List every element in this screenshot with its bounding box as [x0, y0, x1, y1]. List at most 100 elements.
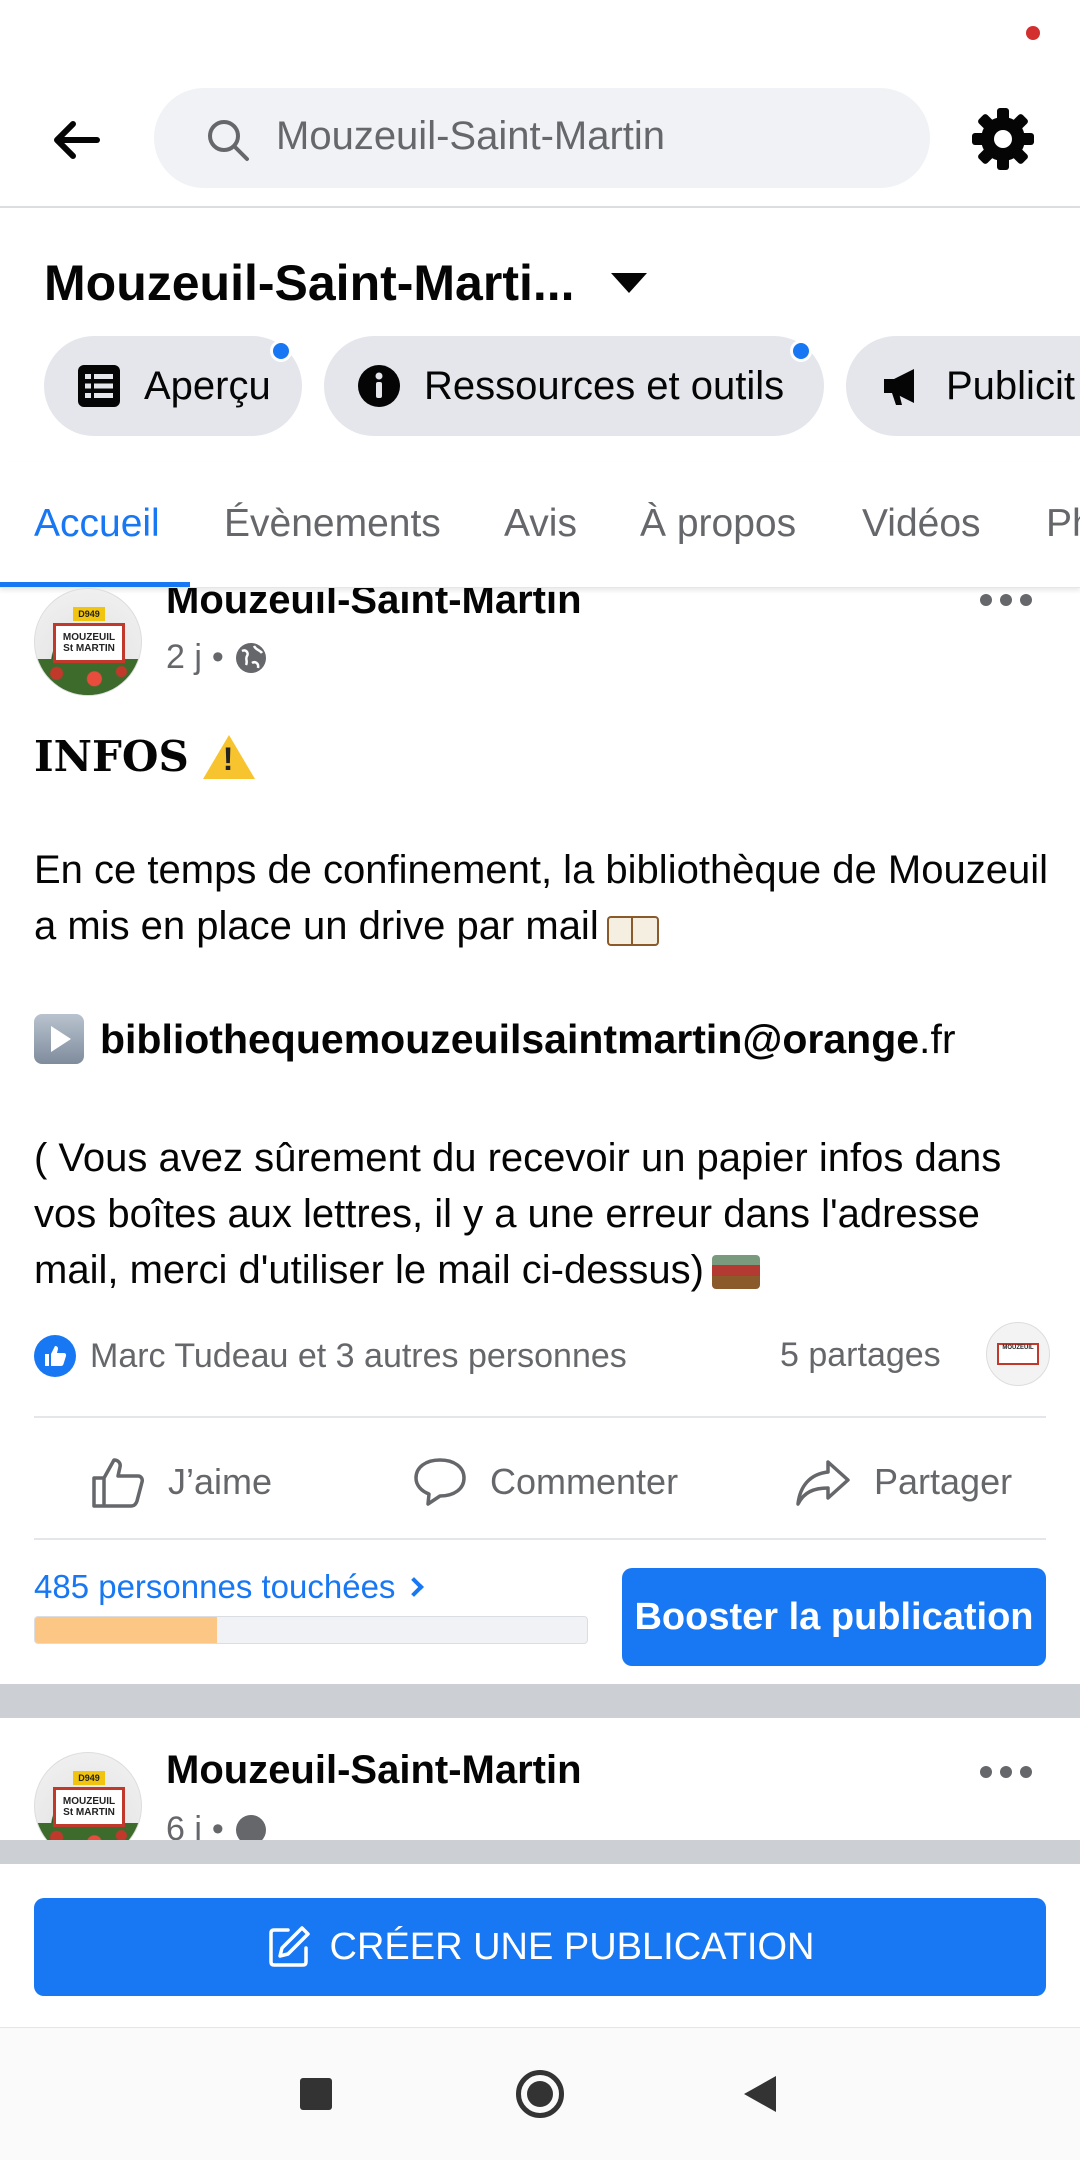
- tab-videos[interactable]: Vidéos: [862, 502, 981, 546]
- divider: [34, 1538, 1046, 1540]
- post-meta: 2 j •: [166, 638, 268, 677]
- avatar-sign-line: MOUZEUIL: [62, 1796, 116, 1807]
- avatar[interactable]: MOUZEUIL: [986, 1322, 1050, 1386]
- back-nav-button[interactable]: [744, 2076, 776, 2112]
- tab-avis[interactable]: Avis: [504, 502, 577, 546]
- system-navigation-bar: [0, 2028, 1080, 2160]
- create-post-button[interactable]: CRÉER UNE PUBLICATION: [34, 1898, 1046, 1996]
- share-icon: [796, 1460, 850, 1506]
- back-button[interactable]: [46, 110, 106, 170]
- tab-a-propos[interactable]: À propos: [640, 502, 796, 546]
- post-meta: 6 j •: [166, 1810, 268, 1842]
- home-button[interactable]: [516, 2070, 564, 2118]
- play-button-icon: [34, 1014, 84, 1064]
- shares-count[interactable]: 5 partages: [780, 1336, 941, 1375]
- gear-icon: [972, 108, 1034, 170]
- email-link[interactable]: bibliothequemouzeuilsaintmartin@orange: [100, 1016, 919, 1063]
- reach-section: 485 personnes touchées Booster la public…: [0, 1568, 1080, 1684]
- post-card: D949 MOUZEUIL St MARTIN Mouzeuil-Saint-M…: [0, 1718, 1080, 1842]
- post-author[interactable]: Mouzeuil-Saint-Martin: [166, 588, 582, 623]
- page-switcher[interactable]: Mouzeuil-Saint-Marti...: [44, 248, 647, 318]
- reach-progress-bar: [34, 1616, 588, 1644]
- globe-icon: [235, 1814, 266, 1842]
- page-tools-chips: Aperçu Ressources et outils Publicit: [44, 336, 1080, 436]
- books-icon: [712, 1255, 760, 1290]
- megaphone-icon: [884, 369, 914, 405]
- feed-bottom-edge: [0, 1840, 1080, 1864]
- page-title: Mouzeuil-Saint-Marti...: [44, 255, 575, 311]
- post-time[interactable]: 6 j: [166, 1810, 202, 1842]
- chip-ressources-et-outils[interactable]: Ressources et outils: [324, 336, 824, 436]
- create-post-area: CRÉER UNE PUBLICATION: [0, 1864, 1080, 2028]
- reach-link[interactable]: 485 personnes touchées: [34, 1568, 425, 1606]
- reactions-text: Marc Tudeau et 3 autres personnes: [90, 1336, 627, 1375]
- like-button[interactable]: J’aime: [90, 1454, 272, 1510]
- warning-icon: [202, 734, 255, 779]
- thumbs-up-icon: [92, 1458, 144, 1508]
- caret-down-icon: [610, 273, 647, 293]
- dot: [980, 1766, 992, 1778]
- status-bar: [0, 0, 1080, 70]
- post-heading: INFOS: [34, 732, 255, 781]
- like-reaction-icon: [34, 1335, 76, 1377]
- tab-accueil[interactable]: Accueil: [34, 502, 160, 546]
- chevron-right-icon: [404, 1577, 425, 1597]
- search-input[interactable]: Mouzeuil-Saint-Martin: [154, 88, 930, 188]
- notification-badge: [270, 340, 292, 362]
- post-heading-text: INFOS: [34, 732, 189, 781]
- arrow-left-icon: [54, 121, 100, 159]
- post-time[interactable]: 2 j: [166, 638, 202, 677]
- dot: [1020, 594, 1032, 606]
- chip-publicites[interactable]: Publicit: [846, 336, 1080, 436]
- avatar-plate: D949: [73, 1771, 105, 1785]
- meta-separator: •: [211, 1810, 224, 1842]
- reactions-summary[interactable]: Marc Tudeau et 3 autres personnes 5 part…: [34, 1322, 1050, 1386]
- recent-apps-button[interactable]: [300, 2078, 332, 2110]
- dot: [1000, 1766, 1012, 1778]
- post-paragraph: En ce temps de confinement, la bibliothè…: [34, 842, 1054, 954]
- feed-separator: [0, 1684, 1080, 1718]
- post-card: D949 MOUZEUIL St MARTIN Mouzeuil-Saint-M…: [0, 588, 1080, 1684]
- search-icon: [208, 120, 249, 161]
- search-value: Mouzeuil-Saint-Martin: [276, 114, 666, 158]
- avatar-sign-line: St MARTIN: [63, 643, 115, 654]
- avatar-sign-line: St MARTIN: [63, 1807, 115, 1818]
- chip-label: Ressources et outils: [424, 363, 785, 408]
- avatar[interactable]: D949 MOUZEUIL St MARTIN: [34, 1752, 142, 1842]
- post-actions: J’aime Commenter Partager: [0, 1424, 1080, 1542]
- share-label: Partager: [874, 1461, 1013, 1502]
- dot: [1020, 1766, 1032, 1778]
- avatar-plate: D949: [73, 607, 105, 621]
- globe-icon: [235, 642, 266, 673]
- active-tab-indicator: [0, 582, 190, 587]
- dot: [980, 594, 992, 606]
- post-paragraph-text: ( Vous avez sûrement du recevoir un papi…: [34, 1136, 1002, 1292]
- comment-icon: [414, 1458, 466, 1506]
- avatar[interactable]: D949 MOUZEUIL St MARTIN: [34, 588, 142, 696]
- chip-label: Publicit: [946, 363, 1075, 408]
- post-options-button[interactable]: [980, 590, 1032, 610]
- notification-badge: [790, 340, 812, 362]
- boost-post-button[interactable]: Booster la publication: [622, 1568, 1046, 1666]
- page-tabs: Accueil Évènements Avis À propos Vidéos …: [0, 462, 1080, 588]
- avatar-sign: MOUZEUIL St MARTIN: [53, 1787, 125, 1827]
- edit-icon: [268, 1926, 310, 1967]
- post-author[interactable]: Mouzeuil-Saint-Martin: [166, 1748, 582, 1793]
- tab-evenements[interactable]: Évènements: [224, 502, 441, 546]
- chip-apercu[interactable]: Aperçu: [44, 336, 302, 436]
- tab-photos[interactable]: Ph: [1046, 502, 1080, 546]
- avatar-sign: MOUZEUIL: [997, 1343, 1039, 1365]
- avatar-sign-line: MOUZEUIL: [62, 632, 116, 643]
- comment-button[interactable]: Commenter: [412, 1454, 678, 1510]
- reach-text: 485 personnes touchées: [34, 1568, 396, 1605]
- chip-label: Aperçu: [144, 363, 271, 408]
- top-bar: Mouzeuil-Saint-Martin: [0, 70, 1080, 208]
- post-paragraph: ( Vous avez sûrement du recevoir un papi…: [34, 1130, 1054, 1298]
- list-icon: [78, 365, 120, 407]
- share-button[interactable]: Partager: [794, 1454, 1012, 1510]
- email-tail[interactable]: .fr: [919, 1016, 955, 1063]
- settings-button[interactable]: [968, 104, 1038, 174]
- comment-label: Commenter: [490, 1461, 679, 1502]
- post-options-button[interactable]: [980, 1762, 1032, 1782]
- open-book-icon: [606, 912, 659, 947]
